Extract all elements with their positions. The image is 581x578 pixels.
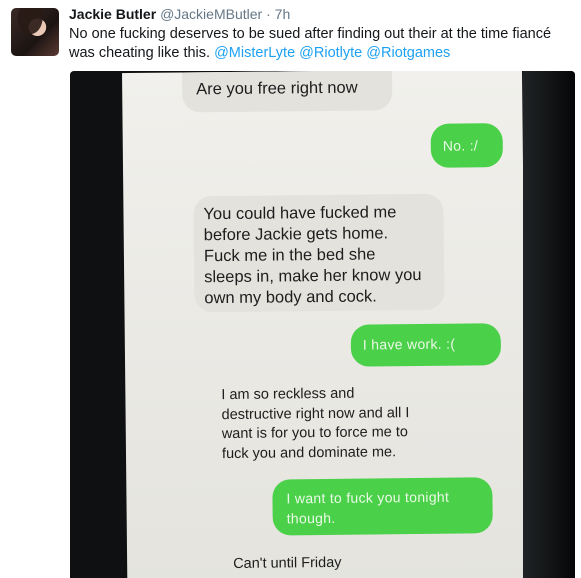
tweet-photo[interactable]: Are you free right now No. :/ You could …: [70, 71, 575, 578]
message-text: Are you free right now: [196, 78, 358, 99]
message-line: destructive right now and all I: [221, 404, 410, 423]
message-line: You could have fucked me: [203, 203, 397, 224]
tweet-timestamp[interactable]: 7h: [275, 6, 291, 22]
message-incoming: You could have fucked me before Jackie g…: [193, 193, 445, 313]
message-outgoing: I want to fuck you tonight though.: [272, 477, 493, 536]
author-handle[interactable]: @JackieMButler: [160, 6, 262, 22]
mention-misterlyte[interactable]: @MisterLyte: [214, 45, 295, 61]
message-line: Fuck me in the bed she: [203, 245, 376, 266]
message-line: though.: [286, 509, 336, 527]
message-incoming: Can't until Friday: [227, 548, 387, 578]
message-line: I want to fuck you tonight: [286, 488, 450, 507]
tweet-text: No one fucking deserves to be sued after…: [69, 25, 574, 63]
message-outgoing: No. :/: [430, 123, 504, 168]
phone-screen: Are you free right now No. :/ You could …: [122, 71, 528, 578]
message-incoming: I am so reckless and destructive right n…: [211, 382, 452, 465]
message-incoming: Are you free right now: [182, 71, 393, 113]
message-line: fuck you and dominate me.: [221, 443, 397, 462]
message-text: Can't until Friday: [233, 554, 342, 572]
mention-riotlyte[interactable]: @Riotlyte: [299, 45, 362, 61]
message-line: I am so reckless and: [221, 385, 355, 404]
message-line: before Jackie gets home.: [203, 224, 389, 245]
tweet[interactable]: Jackie Butler @JackieMButler · 7h No one…: [0, 0, 581, 578]
phone-bezel: [523, 71, 575, 578]
message-line: sleeps in, make her know you: [204, 265, 422, 287]
message-line: want is for you to force me to: [221, 424, 409, 443]
message-line: own my body and cock.: [204, 287, 377, 308]
tweet-header: Jackie Butler @JackieMButler · 7h: [69, 6, 290, 22]
message-text: I have work. :(: [362, 335, 456, 353]
avatar[interactable]: [11, 8, 59, 56]
message-text: No. :/: [442, 137, 479, 154]
header-separator: ·: [266, 6, 271, 22]
author-name[interactable]: Jackie Butler: [69, 6, 156, 22]
mention-riotgames[interactable]: @Riotgames: [366, 45, 450, 61]
message-outgoing: I have work. :(: [350, 323, 502, 367]
